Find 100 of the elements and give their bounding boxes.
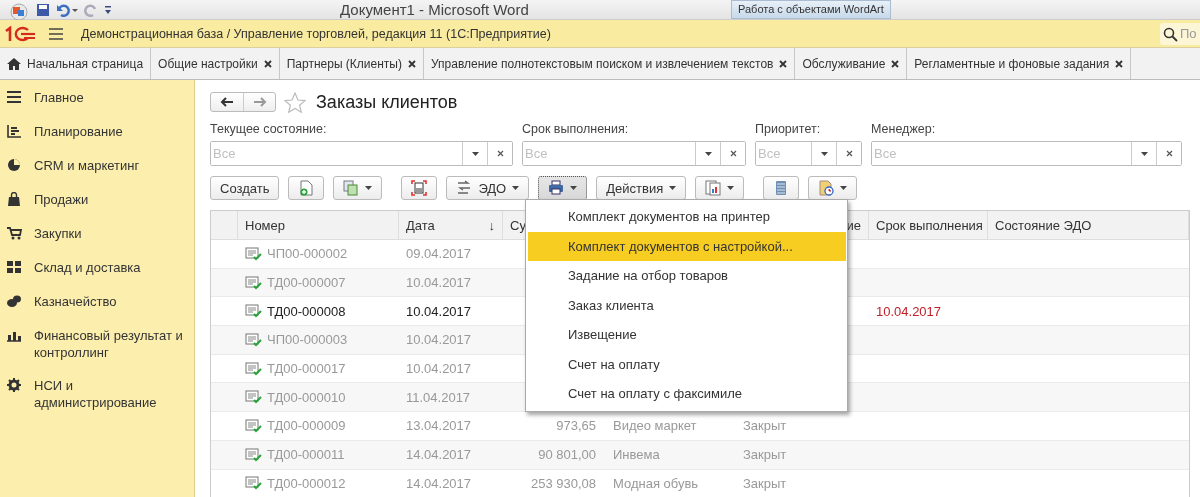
star-icon[interactable] — [284, 91, 306, 113]
document-check-icon — [245, 275, 262, 290]
sidebar-item[interactable]: Склад и доставка — [34, 259, 141, 276]
list-icon — [6, 90, 22, 104]
forward-arrow-icon — [252, 97, 267, 107]
chart-icon — [6, 124, 22, 138]
sidebar-item[interactable]: Финансовый результат и контроллинг — [34, 327, 194, 361]
filter-field[interactable]: Все — [522, 141, 746, 166]
column-header[interactable]: Состояние ЭДО — [995, 217, 1092, 233]
caret-icon — [820, 151, 828, 156]
caret-icon — [840, 186, 848, 190]
filter-field[interactable]: Все — [871, 141, 1182, 166]
table-cell: ЧП00-000002 — [267, 246, 348, 262]
table-cell-text: Модная обувь — [612, 475, 700, 491]
toolbar-button[interactable]: ЭДО — [446, 176, 530, 200]
filter-label: Срок выполнения: — [522, 122, 630, 137]
customize-icon[interactable] — [104, 4, 112, 15]
settings-icon — [6, 378, 22, 392]
document-check-icon — [245, 476, 262, 491]
table-cell: ЧП00-000003 — [267, 332, 348, 348]
column-header[interactable]: Дата — [406, 217, 435, 233]
menu-item[interactable]: Комплект документов с настройкой... — [528, 231, 846, 261]
filter-field[interactable]: Все — [210, 141, 513, 166]
search-icon — [1163, 26, 1178, 42]
close-icon[interactable] — [779, 59, 788, 68]
filter-label: Менеджер: — [871, 122, 937, 137]
search-field[interactable]: По — [1160, 22, 1200, 45]
close-icon — [496, 150, 504, 157]
toolbar-button[interactable] — [401, 176, 438, 200]
table-cell: ТД00-000008 — [267, 303, 346, 319]
table-cell-text: 13.04.2017 — [405, 418, 473, 434]
table-cell-text: 10.04.2017 — [405, 303, 473, 319]
caret-icon — [365, 186, 373, 190]
close-icon[interactable] — [1115, 59, 1124, 68]
grid-icon — [6, 260, 22, 274]
table-cell-text: 14.04.2017 — [405, 447, 473, 463]
sidebar-item[interactable]: Казначейство — [34, 293, 117, 310]
column-header[interactable]: Номер — [245, 217, 285, 233]
sidebar-item[interactable]: Закупки — [34, 225, 82, 242]
close-icon[interactable] — [407, 59, 416, 68]
caret-icon — [1140, 151, 1148, 156]
ribbon-context-tab[interactable]: Работа с объектами WordArt — [731, 0, 891, 19]
filter-field[interactable]: Все — [755, 141, 862, 166]
caret-icon — [471, 151, 479, 156]
sidebar-item[interactable]: CRM и маркетинг — [34, 157, 140, 174]
home-icon — [7, 57, 21, 70]
clear-button[interactable] — [720, 142, 745, 165]
document-check-icon — [245, 361, 262, 376]
caret-icon — [727, 186, 735, 190]
toolbar-button[interactable]: Создать — [210, 176, 280, 200]
sidebar-item[interactable]: Главное — [34, 89, 84, 106]
table-cell-text: 11.04.2017 — [405, 389, 472, 405]
clear-button[interactable] — [487, 142, 512, 165]
clear-button[interactable] — [1156, 142, 1181, 165]
save-icon[interactable] — [36, 2, 50, 17]
close-icon[interactable] — [263, 59, 272, 68]
caret-icon — [570, 186, 578, 190]
menu-icon[interactable] — [48, 26, 64, 41]
table-cell: ТД00-000011 — [267, 447, 345, 463]
table-cell-text: Закрыт — [742, 475, 788, 491]
column-header[interactable]: Срок выполнения — [876, 217, 983, 233]
sidebar-item[interactable]: Продажи — [34, 191, 89, 208]
table-cell-text: Инвема — [612, 447, 661, 463]
bag-icon — [6, 192, 22, 206]
toolbar-button[interactable] — [763, 176, 800, 200]
close-icon — [729, 150, 737, 157]
document-check-icon — [245, 246, 262, 261]
copy-document-icon — [343, 180, 360, 196]
toolbar-button[interactable] — [538, 176, 588, 200]
clear-button[interactable] — [836, 142, 861, 165]
form-title: Заказы клиентов — [316, 91, 458, 113]
sidebar-item[interactable]: НСИ и администрирование — [34, 377, 194, 411]
scanner-icon — [411, 180, 428, 196]
toolbar-button[interactable] — [808, 176, 858, 200]
document-check-icon — [245, 390, 262, 405]
table-cell-text: 14.04.2017 — [405, 475, 473, 491]
cart-icon — [6, 226, 22, 240]
navigation-buttons[interactable] — [210, 92, 276, 112]
table-cell: ТД00-000009 — [267, 418, 346, 434]
table-cell-text: 10.04.2017 — [405, 275, 473, 291]
document-clock-icon — [818, 180, 835, 196]
caret-icon — [704, 151, 712, 156]
undo-icon[interactable] — [56, 2, 78, 17]
table-cell: ТД00-000017 — [267, 361, 346, 377]
table-cell-text: Закрыт — [742, 418, 788, 434]
app-title: Демонстрационная база / Управление торговлей, редакция 11 (1С:Предприятие) — [81, 26, 551, 41]
sort-arrow[interactable]: ↓ — [488, 217, 495, 233]
sidebar-item[interactable]: Планирование — [34, 123, 123, 140]
coins-icon — [6, 294, 22, 308]
toolbar-button[interactable] — [288, 176, 325, 200]
filter-label: Приоритет: — [755, 122, 822, 137]
table-cell-text: Закрыт — [742, 447, 788, 463]
table-cell-text: Видео маркет — [612, 418, 698, 434]
table-cell-text: 973,65 — [555, 418, 597, 434]
toolbar-button[interactable]: Действия — [596, 176, 687, 200]
close-icon — [845, 150, 853, 157]
column-header[interactable]: Су — [510, 217, 526, 233]
office-button-icon[interactable] — [8, 0, 30, 20]
close-icon[interactable] — [891, 59, 900, 68]
toolbar-button[interactable] — [695, 176, 745, 200]
